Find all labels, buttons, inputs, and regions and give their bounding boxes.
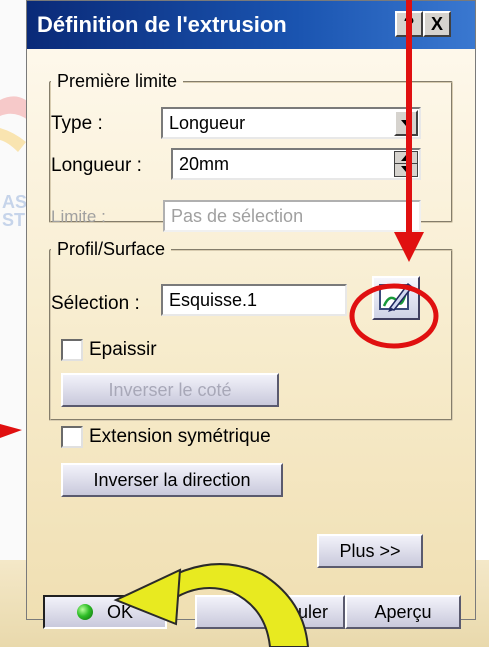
spin-down-icon[interactable] xyxy=(401,166,411,172)
dialog-title: Définition de l'extrusion xyxy=(37,12,287,37)
sketch-icon xyxy=(379,282,414,312)
help-button[interactable]: ? xyxy=(395,11,423,37)
status-led-icon xyxy=(76,604,93,621)
svg-text:ST: ST xyxy=(2,210,25,230)
symmetric-label: Extension symétrique xyxy=(89,426,271,447)
selection-input[interactable]: Esquisse.1 xyxy=(161,284,347,316)
title-bar: Définition de l'extrusion ? X xyxy=(27,1,475,49)
length-input[interactable]: 20mm xyxy=(171,148,421,180)
reverse-side-label: Inverser le coté xyxy=(108,380,232,400)
extrusion-dialog: Définition de l'extrusion ? X Première l… xyxy=(26,0,476,629)
chevron-down-icon[interactable] xyxy=(394,110,418,136)
svg-text:AS: AS xyxy=(2,192,27,212)
cancel-label: nuler xyxy=(287,602,329,622)
limit-label: Limite : xyxy=(51,207,106,226)
more-button[interactable]: Plus >> xyxy=(317,534,423,568)
ok-button[interactable]: OK xyxy=(43,595,167,629)
limit-value: Pas de sélection xyxy=(171,206,304,226)
type-select-value: Longueur xyxy=(169,113,246,133)
type-label: Type : xyxy=(51,113,103,134)
limit-input: Pas de sélection xyxy=(163,200,421,232)
thicken-checkbox[interactable] xyxy=(61,339,83,361)
length-stepper[interactable] xyxy=(394,151,418,177)
preview-button[interactable]: Aperçu xyxy=(345,595,461,629)
cancel-button[interactable]: nuler xyxy=(195,595,345,629)
ok-label: OK xyxy=(106,602,133,622)
reverse-side-button: Inverser le coté xyxy=(61,373,279,407)
profile-legend: Profil/Surface xyxy=(57,239,166,259)
first-limit-legend: Première limite xyxy=(57,71,178,91)
spin-up-icon[interactable] xyxy=(401,155,411,161)
selection-label: Sélection : xyxy=(51,293,140,314)
reverse-direction-button[interactable]: Inverser la direction xyxy=(61,463,283,497)
length-label: Longueur : xyxy=(51,155,142,176)
sketch-picker-button[interactable] xyxy=(372,276,420,320)
type-select[interactable]: Longueur xyxy=(161,107,421,139)
length-value: 20mm xyxy=(179,154,230,174)
symmetric-checkbox[interactable] xyxy=(61,426,83,448)
close-button[interactable]: X xyxy=(423,11,451,37)
thicken-label: Epaissir xyxy=(89,339,157,360)
selection-value: Esquisse.1 xyxy=(169,290,258,310)
